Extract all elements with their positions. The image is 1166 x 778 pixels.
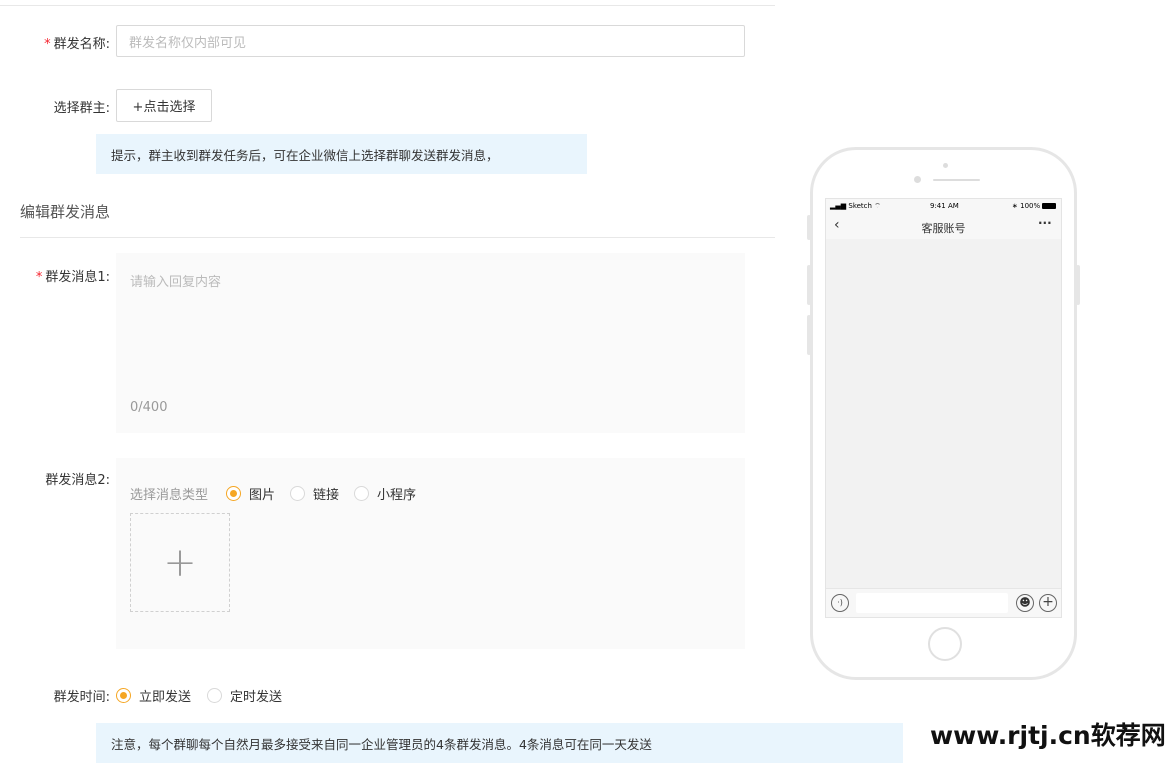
radio-image[interactable]: 图片 bbox=[226, 484, 275, 503]
radio-link[interactable]: 链接 bbox=[290, 484, 339, 503]
radio-circle bbox=[354, 486, 370, 501]
message1-textarea[interactable]: 请输入回复内容 0/400 bbox=[116, 253, 745, 433]
battery-icon bbox=[1042, 203, 1057, 209]
notice-banner: 注意，每个群聊每个自然月最多接受来自同一企业管理员的4条群发消息。4条消息可在同… bbox=[96, 723, 903, 763]
chat-input-bar: ·) ☻ + bbox=[826, 588, 1061, 617]
radio-circle bbox=[290, 486, 306, 501]
send-time-label: 群发时间: bbox=[53, 690, 110, 705]
phone-speaker bbox=[933, 179, 980, 181]
phone-home-button bbox=[928, 627, 962, 661]
owner-label: 选择群主: bbox=[53, 101, 110, 116]
chat-title: 客服账号 bbox=[921, 222, 966, 235]
radio-circle bbox=[207, 688, 223, 703]
radio-circle bbox=[116, 688, 131, 703]
phone-camera bbox=[914, 176, 921, 183]
status-battery: ∗ 100% bbox=[1012, 202, 1057, 210]
section-title: 编辑群发消息 bbox=[20, 203, 111, 221]
group-name-label: * 群发名称: bbox=[44, 37, 110, 52]
phone-header: ▂▄▆ Sketch ⌔ 9:41 AM ∗ 100% ‹ 客服账号 ··· bbox=[826, 199, 1061, 239]
phone-sensor bbox=[943, 163, 948, 168]
status-time: 9:41 AM bbox=[930, 202, 959, 210]
upload-image-button[interactable]: + bbox=[130, 513, 230, 612]
select-owner-button[interactable]: +点击选择 bbox=[116, 89, 212, 122]
radio-circle bbox=[226, 486, 242, 501]
status-carrier: ▂▄▆ Sketch ⌔ bbox=[830, 202, 881, 210]
watermark: www.rjtj.cn软荐网 bbox=[930, 721, 1166, 750]
more-icon[interactable]: ··· bbox=[1038, 216, 1052, 230]
emoji-icon[interactable]: ☻ bbox=[1016, 594, 1034, 612]
plus-icon[interactable]: + bbox=[1039, 594, 1057, 612]
radio-send-now[interactable]: 立即发送 bbox=[116, 686, 191, 705]
tip-banner: 提示，群主收到群发任务后，可在企业微信上选择群聊发送群发消息， bbox=[96, 134, 587, 174]
message2-label: 群发消息2: bbox=[45, 473, 110, 488]
voice-icon[interactable]: ·) bbox=[831, 594, 849, 612]
message1-counter: 0/400 bbox=[130, 400, 168, 415]
phone-screen: ▂▄▆ Sketch ⌔ 9:41 AM ∗ 100% ‹ 客服账号 ··· ·… bbox=[825, 198, 1062, 618]
plus-icon: + bbox=[163, 539, 197, 586]
message1-label: * 群发消息1: bbox=[35, 270, 110, 285]
bluetooth-icon: ∗ bbox=[1012, 202, 1018, 210]
divider bbox=[0, 5, 775, 6]
group-name-input[interactable]: 群发名称仅内部可见 bbox=[116, 25, 745, 57]
radio-scheduled[interactable]: 定时发送 bbox=[207, 686, 282, 705]
message-type-label: 选择消息类型 bbox=[130, 488, 209, 503]
radio-miniprogram[interactable]: 小程序 bbox=[354, 484, 416, 503]
message1-placeholder: 请输入回复内容 bbox=[130, 275, 222, 290]
wifi-icon: ⌔ bbox=[874, 202, 881, 210]
divider bbox=[20, 237, 775, 238]
message2-panel: 选择消息类型 图片 链接 小程序 + bbox=[116, 458, 745, 649]
chat-text-input[interactable] bbox=[856, 593, 1008, 613]
